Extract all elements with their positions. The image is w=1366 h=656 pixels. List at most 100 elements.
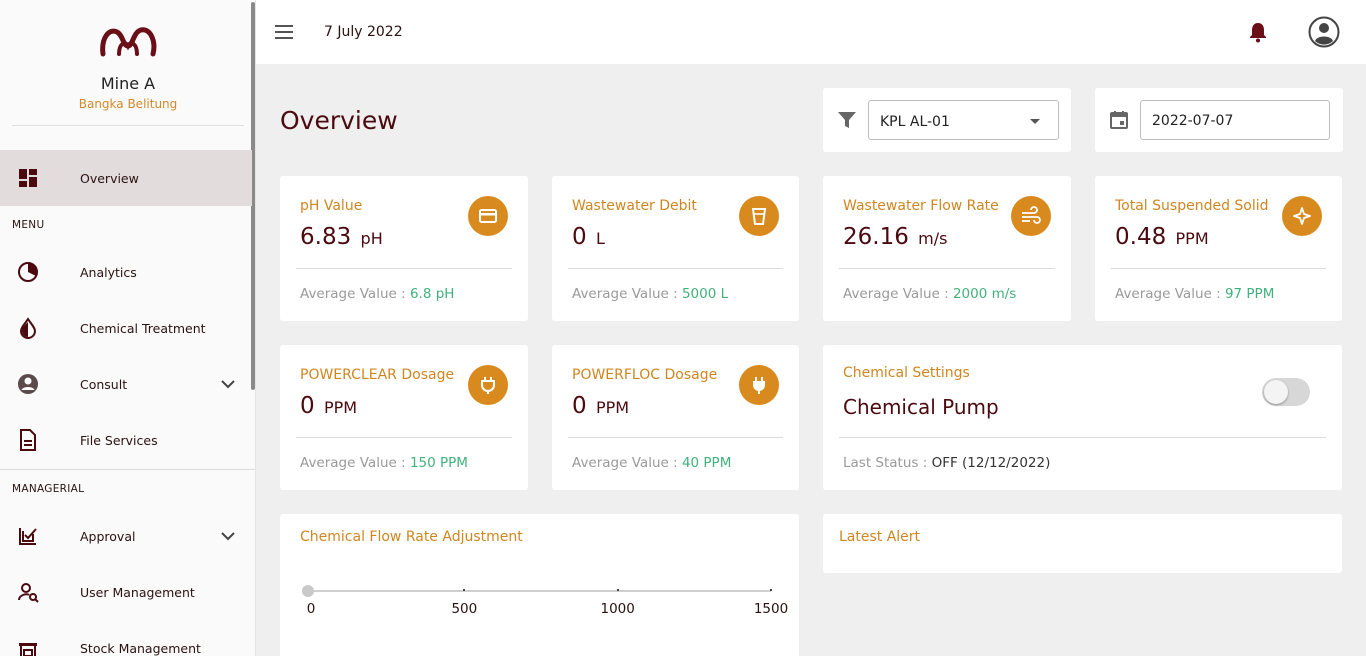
- date-panel: 2022-07-07: [1095, 88, 1343, 152]
- sidebar-item-label: Overview: [80, 170, 139, 186]
- metric-title: POWERCLEAR Dosage: [300, 367, 455, 383]
- calendar-icon[interactable]: [1108, 109, 1130, 131]
- slider-tick-mark: [616, 589, 619, 591]
- divider: [839, 268, 1055, 269]
- top-bar: 7 July 2022: [256, 0, 1366, 64]
- sidebar-item-label: File Services: [80, 432, 158, 448]
- sidebar-item-approval[interactable]: Approval: [0, 508, 252, 564]
- metric-card-tss: Total Suspended Solid 0.48 PPM Average V…: [1095, 176, 1342, 321]
- slider-tick-mark: [463, 589, 466, 591]
- chevron-down-icon[interactable]: [219, 527, 237, 545]
- filter-icon: [838, 112, 856, 128]
- site-select[interactable]: KPL AL-01: [868, 100, 1059, 140]
- page-title: Overview: [280, 106, 398, 135]
- approval-icon: [17, 525, 39, 547]
- site-select-value: KPL AL-01: [880, 114, 950, 130]
- date-input[interactable]: 2022-07-07: [1140, 100, 1330, 140]
- cup-icon: [739, 196, 779, 236]
- divider: [12, 125, 244, 126]
- metric-card-wastewater-debit: Wastewater Debit 0 L Average Value : 500…: [552, 176, 799, 321]
- sidebar-item-label: Chemical Treatment: [80, 320, 206, 336]
- metric-average: Average Value : 40 PPM: [572, 455, 732, 471]
- slider-track[interactable]: [308, 590, 771, 592]
- bell-icon[interactable]: [1247, 21, 1269, 43]
- last-status: Last Status : OFF (12/12/2022): [843, 455, 1051, 471]
- sidebar-item-label: Consult: [80, 376, 128, 392]
- chevron-down-icon[interactable]: [219, 375, 237, 393]
- metric-average: Average Value : 6.8 pH: [300, 286, 455, 302]
- document-icon: [17, 429, 39, 451]
- sidebar-item-label: Stock Management: [80, 640, 201, 656]
- brand: Mine A Bangka Belitung: [0, 0, 255, 126]
- user-avatar-icon[interactable]: [1308, 16, 1340, 48]
- metric-average: Average Value : 5000 L: [572, 286, 729, 302]
- metric-card-powerfloc: POWERFLOC Dosage 0 PPM Average Value : 4…: [552, 345, 799, 490]
- slider-tick-mark: [770, 589, 772, 591]
- sparkle-icon: [1282, 196, 1322, 236]
- metric-title: Wastewater Debit: [572, 198, 697, 214]
- credit-card-icon: [468, 196, 508, 236]
- current-date: 7 July 2022: [324, 24, 403, 40]
- divider: [1111, 268, 1326, 269]
- latest-alert-title: Latest Alert: [839, 529, 921, 545]
- metric-value: 0 PPM: [572, 393, 630, 419]
- metric-average: Average Value : 150 PPM: [300, 455, 468, 471]
- plug-outline-icon: [468, 365, 508, 405]
- sidebar-item-label: Approval: [80, 528, 136, 544]
- filter-panel: KPL AL-01: [823, 88, 1071, 152]
- dropdown-caret-icon: [1030, 119, 1040, 124]
- metric-value: 0 L: [572, 224, 605, 250]
- sidebar-item-overview[interactable]: Overview: [0, 150, 252, 206]
- sidebar-item-user-management[interactable]: User Management: [0, 564, 252, 620]
- pump-name: Chemical Pump: [843, 395, 999, 419]
- metric-card-powerclear: POWERCLEAR Dosage 0 PPM Average Value : …: [280, 345, 528, 490]
- dashboard-icon: [17, 167, 39, 189]
- slider-tick-label: 1500: [753, 601, 789, 617]
- sidebar-item-stock-management[interactable]: Stock Management: [0, 620, 252, 656]
- slider-tick-label: 500: [451, 601, 478, 617]
- managerial-section-label: MANAGERIAL: [12, 483, 85, 495]
- divider: [839, 437, 1326, 438]
- wind-icon: [1011, 196, 1051, 236]
- sidebar-item-consult[interactable]: Consult: [0, 356, 252, 412]
- divider: [296, 268, 512, 269]
- metric-title: pH Value: [300, 198, 363, 214]
- pump-toggle[interactable]: [1262, 378, 1310, 406]
- sidebar-item-label: User Management: [80, 584, 195, 600]
- divider: [568, 437, 783, 438]
- metric-card-ph: pH Value 6.83 pH Average Value : 6.8 pH: [280, 176, 528, 321]
- chemical-settings-title: Chemical Settings: [843, 365, 970, 381]
- mine-location: Bangka Belitung: [78, 97, 178, 111]
- slider-thumb[interactable]: [302, 585, 314, 597]
- sidebar-item-file-services[interactable]: File Services: [0, 412, 252, 468]
- sidebar-item-chemical-treatment[interactable]: Chemical Treatment: [0, 300, 252, 356]
- plug-icon: [739, 365, 779, 405]
- sidebar-item-label: Analytics: [80, 264, 137, 280]
- divider: [296, 437, 512, 438]
- divider: [568, 268, 783, 269]
- mine-name: Mine A: [100, 74, 156, 93]
- slider-tick-label: 1000: [600, 601, 635, 617]
- metric-value: 0 PPM: [300, 393, 358, 419]
- flow-adjustment-title: Chemical Flow Rate Adjustment: [300, 529, 523, 545]
- chemical-settings-card: Chemical Settings Chemical Pump Last Sta…: [823, 345, 1342, 490]
- metric-value: 26.16 m/s: [843, 224, 948, 250]
- metric-title: POWERFLOC Dosage: [572, 367, 718, 383]
- sidebar: Mine A Bangka Belitung Overview MENU Ana…: [0, 0, 256, 656]
- metric-average: Average Value : 97 PPM: [1115, 286, 1275, 302]
- account-circle-icon: [17, 373, 39, 395]
- warehouse-icon: [17, 637, 39, 656]
- droplet-icon: [17, 317, 39, 339]
- metric-card-flow-rate: Wastewater Flow Rate 26.16 m/s Average V…: [823, 176, 1071, 321]
- toggle-knob: [1264, 380, 1288, 404]
- metric-value: 0.48 PPM: [1115, 224, 1209, 250]
- sidebar-item-analytics[interactable]: Analytics: [0, 244, 252, 300]
- metric-value: 6.83 pH: [300, 224, 383, 250]
- metric-title: Wastewater Flow Rate: [843, 198, 999, 214]
- slider-tick-label: 0: [306, 601, 316, 617]
- hamburger-menu-icon[interactable]: [274, 22, 294, 42]
- metric-title: Total Suspended Solid: [1115, 198, 1269, 214]
- latest-alert-card: Latest Alert: [823, 514, 1342, 573]
- menu-section-label: MENU: [12, 219, 45, 231]
- user-search-icon: [17, 581, 39, 603]
